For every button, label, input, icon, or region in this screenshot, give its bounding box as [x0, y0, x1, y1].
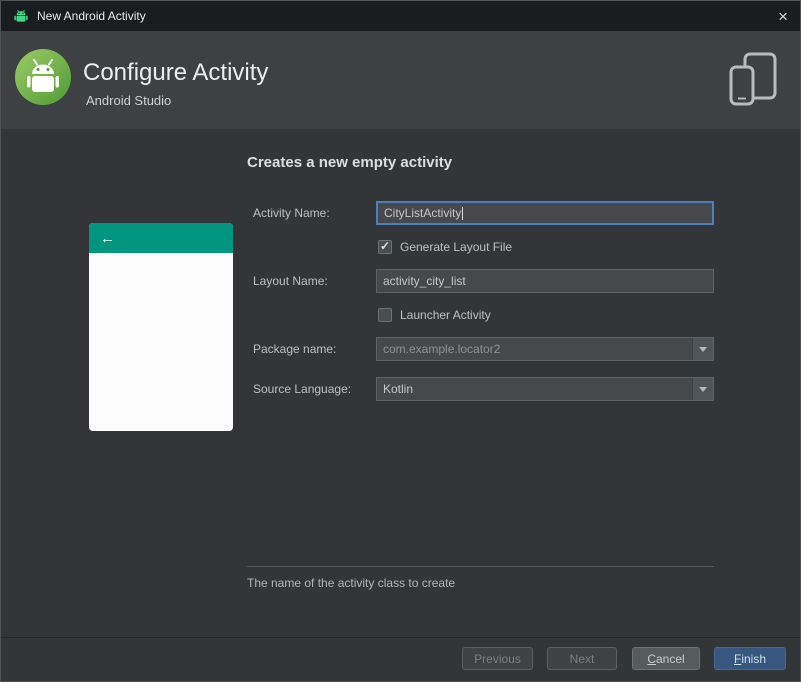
close-icon[interactable]: × [778, 8, 788, 25]
activity-name-value: CityListActivity [384, 206, 462, 220]
checkbox-checked-icon [378, 239, 392, 254]
layout-name-field[interactable]: activity_city_list [376, 269, 714, 293]
wizard-title: Configure Activity [83, 59, 269, 86]
launcher-activity-label: Launcher Activity [400, 308, 491, 322]
layout-name-label: Layout Name: [253, 274, 328, 288]
activity-name-label: Activity Name: [253, 206, 330, 220]
cancel-button[interactable]: Cancel [632, 647, 700, 670]
new-android-activity-dialog: New Android Activity × Configure Activit… [0, 0, 801, 682]
activity-preview: ← [89, 223, 233, 431]
page-title: Creates a new empty activity [247, 154, 453, 171]
help-text: The name of the activity class to create [247, 576, 456, 590]
package-name-dropdown-button[interactable] [692, 338, 713, 360]
text-caret [462, 207, 464, 221]
generate-layout-checkbox[interactable]: Generate Layout File [378, 239, 513, 254]
source-language-dropdown[interactable]: Kotlin [376, 377, 714, 401]
activity-name-field[interactable]: CityListActivity [376, 201, 714, 225]
window-title: New Android Activity [37, 9, 146, 23]
chevron-down-icon [699, 346, 707, 352]
chevron-down-icon [699, 386, 707, 392]
finish-button-label: Finish [733, 651, 767, 666]
wizard-header: Configure Activity Android Studio [1, 31, 800, 129]
phone-tablet-devices-icon [728, 51, 778, 112]
cancel-button-label: Cancel [647, 651, 685, 666]
footer-separator [1, 637, 800, 638]
next-button-label: Next [569, 651, 595, 666]
help-separator [247, 566, 714, 567]
source-language-label: Source Language: [253, 382, 352, 396]
finish-button[interactable]: Finish [714, 647, 786, 670]
package-name-label: Package name: [253, 342, 337, 356]
next-button[interactable]: Next [547, 647, 617, 670]
generate-layout-label: Generate Layout File [400, 240, 513, 254]
previous-button[interactable]: Previous [462, 647, 533, 670]
package-name-value: com.example.locator2 [383, 342, 501, 356]
launcher-activity-checkbox[interactable]: Launcher Activity [378, 308, 491, 322]
android-studio-logo-icon [13, 47, 73, 107]
android-icon [13, 8, 29, 24]
package-name-combobox[interactable]: com.example.locator2 [376, 337, 714, 361]
previous-button-label: Previous [474, 651, 521, 666]
preview-body [89, 253, 233, 431]
source-language-value: Kotlin [383, 382, 414, 396]
checkbox-unchecked-icon [378, 308, 392, 322]
back-arrow-icon: ← [100, 229, 115, 247]
source-language-dropdown-button[interactable] [692, 378, 713, 400]
preview-appbar: ← [89, 223, 233, 253]
titlebar: New Android Activity × [1, 1, 800, 31]
layout-name-value: activity_city_list [383, 274, 466, 288]
wizard-subtitle: Android Studio [86, 93, 172, 108]
